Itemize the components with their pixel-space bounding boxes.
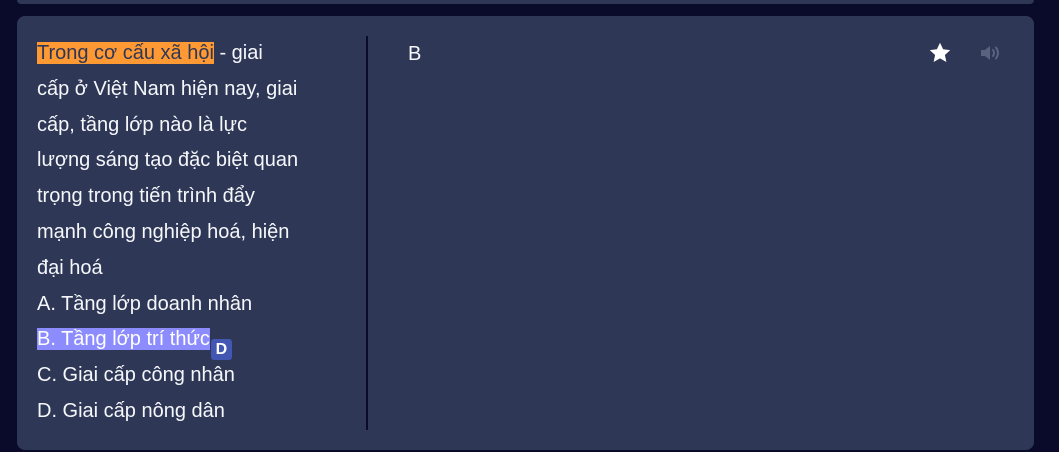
term-line-3: cấp, tầng lớp nào là lực xyxy=(37,113,247,136)
option-b-highlight: B. Tầng lớp trí thức xyxy=(37,328,210,351)
previous-card-edge xyxy=(17,0,1034,4)
term-text: Trong cơ cấu xã hội - giai cấp ở Việt Na… xyxy=(37,36,337,430)
option-c: C. Giai cấp công nhân xyxy=(37,364,235,387)
option-b-line: B. Tầng lớp trí thức D xyxy=(37,322,337,361)
orange-highlight: Trong cơ cấu xã hội xyxy=(37,42,214,64)
term-line-6: mạnh công nghiệp hoá, hiện xyxy=(37,220,290,243)
star-icon xyxy=(929,42,951,62)
term-line-2: cấp ở Việt Nam hiện nay, giai xyxy=(37,77,298,100)
option-d: D. Giai cấp nông dân xyxy=(37,399,225,422)
speaker-icon xyxy=(981,46,999,60)
term-line-4: lượng sáng tạo đặc biệt quan xyxy=(37,149,299,172)
term-line-1: Trong cơ cấu xã hội - giai xyxy=(37,36,337,72)
definition-text: B xyxy=(408,43,422,65)
term-line-5: trọng trong tiến trình đẩy xyxy=(37,185,255,208)
term-line-1-rest: - giai xyxy=(213,42,263,64)
star-button[interactable] xyxy=(928,41,952,65)
column-divider xyxy=(366,36,368,430)
term-line-7: đại hoá xyxy=(37,256,103,279)
translate-badge[interactable]: D xyxy=(210,339,232,361)
option-a: A. Tầng lớp doanh nhân xyxy=(37,292,253,315)
audio-button[interactable] xyxy=(978,41,1002,65)
flashcard-row: Trong cơ cấu xã hội - giai cấp ở Việt Na… xyxy=(17,16,1034,450)
